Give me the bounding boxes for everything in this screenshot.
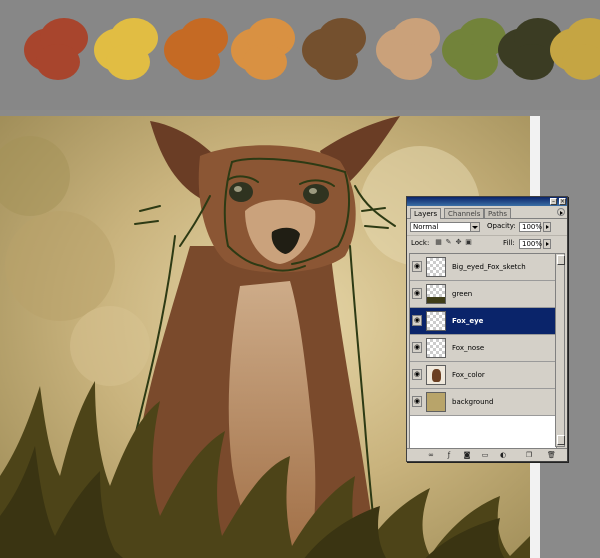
- layer-row-big-eyed-fox-sketch[interactable]: ◉ Big_eyed_Fox_sketch: [410, 254, 556, 281]
- blend-row: Normal Opacity: 100%: [407, 219, 567, 235]
- visibility-eye-icon[interactable]: ◉: [412, 369, 422, 380]
- layer-thumbnail: [426, 338, 446, 358]
- layer-name: Fox_color: [452, 371, 485, 379]
- layer-row-fox-eye[interactable]: ◉ Fox_eye: [410, 308, 556, 335]
- color-swatch-strip: [0, 0, 600, 110]
- lock-label: Lock:: [411, 239, 430, 247]
- close-icon[interactable]: ×: [559, 198, 566, 205]
- tab-channels[interactable]: Channels: [444, 208, 485, 218]
- visibility-eye-icon[interactable]: ◉: [412, 261, 422, 272]
- layer-row-background[interactable]: ◉ background: [410, 389, 556, 416]
- lock-brush-icon[interactable]: ✎: [445, 239, 452, 246]
- adjustment-layer-icon[interactable]: ◐: [499, 451, 507, 459]
- layer-thumbnail: [426, 284, 446, 304]
- visibility-eye-icon[interactable]: ◉: [412, 342, 422, 353]
- opacity-slider-icon[interactable]: [543, 222, 551, 232]
- visibility-eye-icon[interactable]: ◉: [412, 288, 422, 299]
- layer-list: ◉ Big_eyed_Fox_sketch ◉ green ◉ Fox_eye …: [409, 253, 557, 449]
- layer-style-icon[interactable]: ƒ: [445, 451, 453, 459]
- fill-slider-icon[interactable]: [543, 239, 551, 249]
- panel-menu-icon[interactable]: [557, 208, 565, 216]
- chevron-down-icon: [470, 223, 479, 231]
- layer-name: Fox_eye: [452, 317, 484, 325]
- layers-panel-toolbar: ∞ ƒ ◙ ▭ ◐ ❐ 🗑: [407, 448, 567, 461]
- layer-list-scrollbar[interactable]: [555, 253, 565, 447]
- workspace: – × Layers Channels Paths Normal Opacity…: [0, 0, 600, 558]
- minimize-icon[interactable]: –: [550, 198, 557, 205]
- layer-mask-icon[interactable]: ◙: [463, 451, 471, 459]
- lock-all-icon[interactable]: ▣: [465, 239, 472, 246]
- tab-paths[interactable]: Paths: [484, 208, 512, 218]
- visibility-eye-icon[interactable]: ◉: [412, 396, 422, 407]
- layer-thumbnail: [426, 311, 446, 331]
- fill-value: 100%: [522, 240, 543, 248]
- tab-layers[interactable]: Layers: [410, 208, 442, 219]
- opacity-input[interactable]: 100%: [519, 222, 543, 232]
- lock-move-icon[interactable]: ✥: [455, 239, 462, 246]
- opacity-label: Opacity:: [487, 222, 516, 230]
- layer-name: Big_eyed_Fox_sketch: [452, 263, 526, 271]
- layer-thumbnail: [426, 392, 446, 412]
- new-layer-icon[interactable]: ❐: [525, 451, 533, 459]
- layer-thumbnail: [426, 365, 446, 385]
- layer-row-green[interactable]: ◉ green: [410, 281, 556, 308]
- layer-thumbnail: [426, 257, 446, 277]
- layers-panel-titlebar[interactable]: – ×: [407, 197, 567, 206]
- fill-input[interactable]: 100%: [519, 239, 543, 249]
- fill-label: Fill:: [503, 239, 515, 247]
- layer-name: green: [452, 290, 473, 298]
- visibility-eye-icon[interactable]: ◉: [412, 315, 422, 326]
- layer-row-fox-color[interactable]: ◉ Fox_color: [410, 362, 556, 389]
- trash-icon[interactable]: 🗑: [547, 451, 556, 459]
- opacity-value: 100%: [522, 223, 543, 231]
- blend-mode-select[interactable]: Normal: [410, 222, 480, 232]
- layer-name: Fox_nose: [452, 344, 485, 352]
- lock-transparency-icon[interactable]: ▦: [435, 239, 442, 246]
- layers-panel: – × Layers Channels Paths Normal Opacity…: [406, 196, 568, 462]
- layer-row-fox-nose[interactable]: ◉ Fox_nose: [410, 335, 556, 362]
- new-group-icon[interactable]: ▭: [481, 451, 489, 459]
- blend-mode-value: Normal: [413, 223, 439, 231]
- layer-name: background: [452, 398, 494, 406]
- link-layers-icon[interactable]: ∞: [427, 451, 435, 459]
- panel-tabs: Layers Channels Paths: [407, 206, 567, 219]
- lock-row: Lock: ▦ ✎ ✥ ▣ Fill: 100%: [407, 235, 567, 252]
